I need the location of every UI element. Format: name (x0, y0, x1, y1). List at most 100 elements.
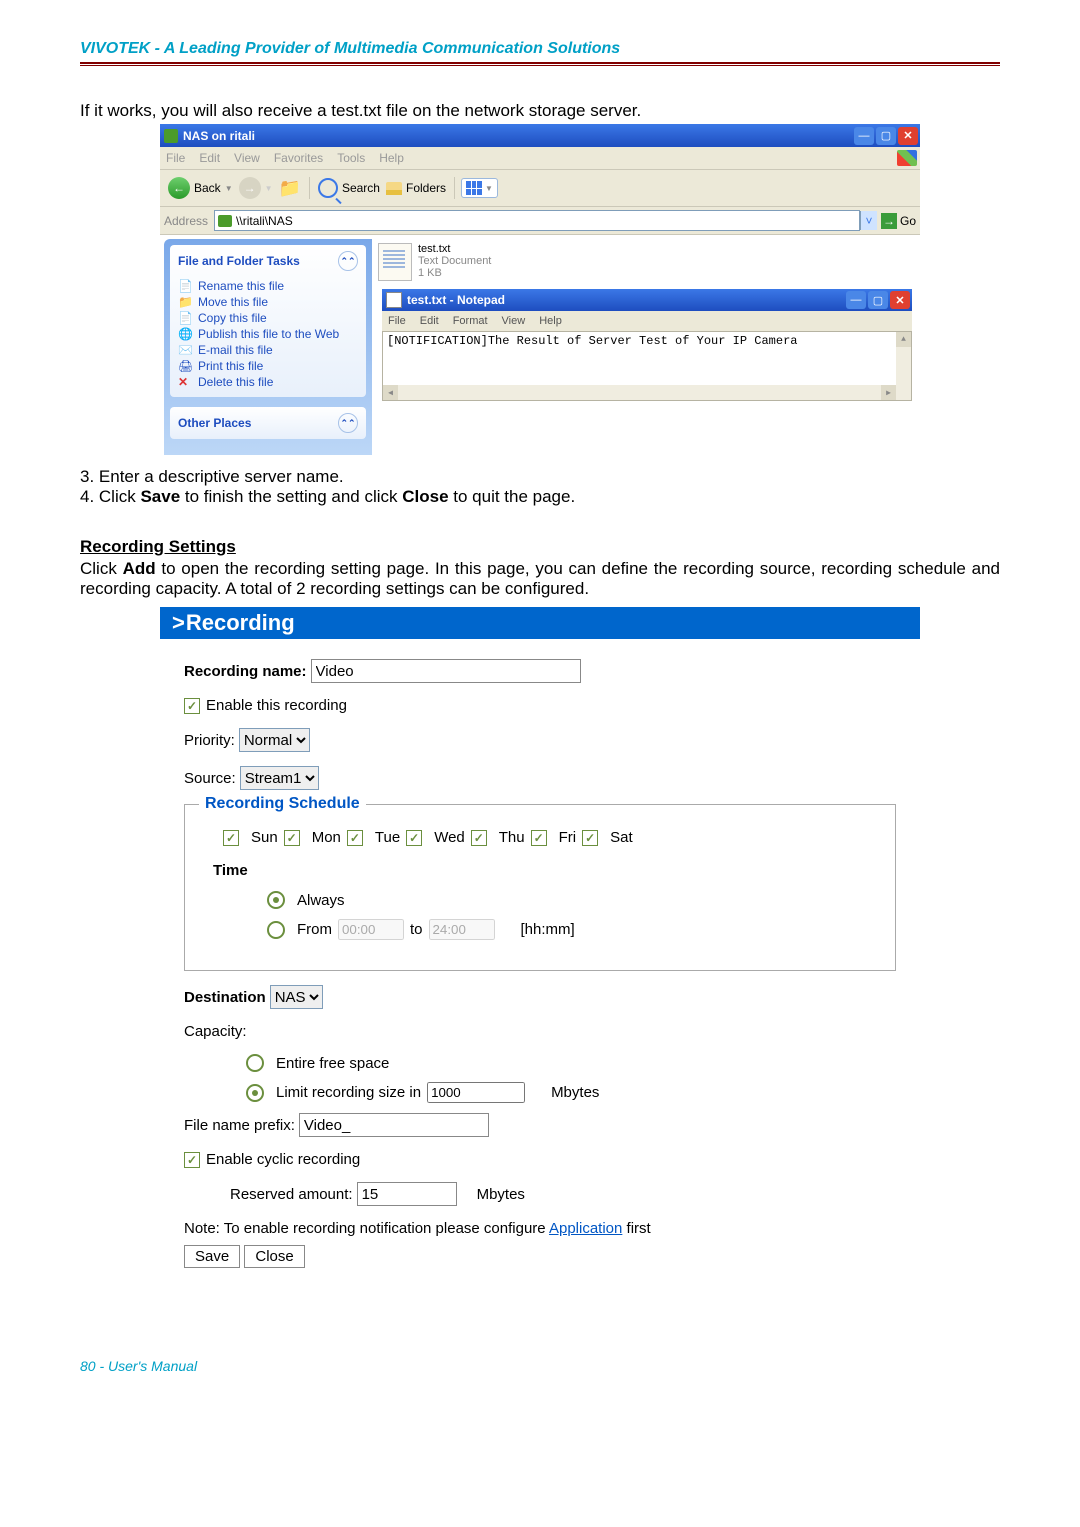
minimize-button[interactable]: — (846, 291, 866, 309)
task-publish[interactable]: 🌐Publish this file to the Web (178, 327, 358, 341)
explorer-toolbar: ← Back ▼ → ▼ 📁 Search Folders ▼ (160, 170, 920, 207)
address-dropdown-button[interactable]: ˅ (860, 211, 877, 230)
menu-file[interactable]: File (388, 315, 406, 327)
menu-format[interactable]: Format (453, 315, 488, 327)
recording-name-label: Recording name: (184, 663, 307, 680)
menu-file[interactable]: File (166, 151, 185, 165)
capacity-entire-label: Entire free space (276, 1055, 389, 1072)
explorer-window: NAS on ritali — ▢ ✕ File Edit View Favor… (160, 124, 920, 459)
resize-grip-icon[interactable] (896, 385, 911, 400)
capacity-limit-input[interactable] (427, 1082, 525, 1103)
day-fri-checkbox[interactable]: ✓ (531, 830, 547, 846)
maximize-button[interactable]: ▢ (876, 127, 896, 145)
prefix-input[interactable] (299, 1113, 489, 1137)
folder-up-button[interactable]: 📁 (277, 177, 303, 200)
scrollbar-horizontal[interactable]: ◀ ▶ (383, 385, 896, 400)
priority-label: Priority: (184, 732, 235, 749)
time-to-label: to (410, 921, 423, 938)
time-from-input (338, 919, 404, 940)
menu-view[interactable]: View (234, 151, 260, 165)
address-label: Address (164, 214, 208, 228)
note-text-post: first (622, 1220, 650, 1237)
time-always-radio[interactable] (267, 891, 285, 909)
day-label: Fri (559, 829, 577, 846)
task-copy[interactable]: 📄Copy this file (178, 311, 358, 325)
task-move[interactable]: 📁Move this file (178, 295, 358, 309)
day-sat-checkbox[interactable]: ✓ (582, 830, 598, 846)
chevron-down-icon: ▼ (225, 184, 233, 193)
explorer-titlebar: NAS on ritali — ▢ ✕ (160, 124, 920, 147)
close-button[interactable]: Close (244, 1245, 304, 1268)
application-link[interactable]: Application (549, 1220, 622, 1237)
search-label: Search (342, 181, 380, 195)
day-sun-checkbox[interactable]: ✓ (223, 830, 239, 846)
scroll-left-icon[interactable]: ◀ (383, 385, 398, 400)
notepad-textarea[interactable]: [NOTIFICATION]The Result of Server Test … (382, 331, 912, 401)
enable-recording-label: Enable this recording (206, 697, 347, 714)
day-mon-checkbox[interactable]: ✓ (284, 830, 300, 846)
views-button[interactable]: ▼ (461, 178, 498, 198)
recording-name-input[interactable] (311, 659, 581, 683)
scroll-up-icon[interactable]: ▲ (896, 332, 911, 347)
notepad-title: test.txt - Notepad (407, 293, 846, 307)
menu-tools[interactable]: Tools (337, 151, 365, 165)
step-text: to finish the setting and click (180, 487, 402, 506)
drive-icon (218, 215, 232, 227)
go-button[interactable]: → Go (881, 213, 916, 229)
desc-text: Click (80, 559, 123, 578)
desc-bold-add: Add (123, 559, 156, 578)
time-from-radio[interactable] (267, 921, 285, 939)
chevron-down-icon: ▼ (265, 184, 273, 193)
save-button[interactable]: Save (184, 1245, 240, 1268)
day-wed-checkbox[interactable]: ✓ (406, 830, 422, 846)
maximize-button[interactable]: ▢ (868, 291, 888, 309)
collapse-icon[interactable]: ⌃⌃ (338, 413, 358, 433)
destination-select[interactable]: NAS (270, 985, 323, 1009)
search-button[interactable]: Search (316, 177, 382, 199)
task-rename[interactable]: 📄Rename this file (178, 279, 358, 293)
back-arrow-icon: ← (168, 177, 190, 199)
scrollbar-vertical[interactable]: ▲ (896, 332, 911, 385)
menu-view[interactable]: View (502, 315, 526, 327)
reserved-input[interactable] (357, 1182, 457, 1206)
capacity-entire-radio[interactable] (246, 1054, 264, 1072)
address-value: \\ritali\NAS (236, 214, 293, 228)
menu-help[interactable]: Help (379, 151, 404, 165)
task-email[interactable]: ✉️E-mail this file (178, 343, 358, 357)
capacity-limit-radio[interactable] (246, 1084, 264, 1102)
time-always-label: Always (297, 892, 345, 909)
schedule-fieldset: Recording Schedule ✓Sun ✓Mon ✓Tue ✓Wed ✓… (184, 804, 896, 971)
source-select[interactable]: Stream1 (240, 766, 319, 790)
minimize-button[interactable]: — (854, 127, 874, 145)
task-print[interactable]: 🖨Print this file (178, 359, 358, 373)
collapse-icon[interactable]: ⌃⌃ (338, 251, 358, 271)
day-thu-checkbox[interactable]: ✓ (471, 830, 487, 846)
time-to-input (429, 919, 495, 940)
back-button[interactable]: ← Back ▼ (166, 176, 235, 200)
capacity-label: Capacity: (184, 1023, 247, 1040)
forward-button[interactable]: → ▼ (237, 176, 275, 200)
enable-recording-checkbox[interactable]: ✓ (184, 698, 200, 714)
chevron-right-icon: > (172, 610, 185, 635)
file-name: test.txt (418, 243, 491, 255)
priority-select[interactable]: Normal (239, 728, 310, 752)
menu-help[interactable]: Help (539, 315, 562, 327)
step-text: to quit the page. (449, 487, 576, 506)
task-delete[interactable]: ✕Delete this file (178, 375, 358, 389)
views-icon (466, 181, 482, 195)
menu-edit[interactable]: Edit (420, 315, 439, 327)
day-tue-checkbox[interactable]: ✓ (347, 830, 363, 846)
recording-panel-header: >Recording (160, 607, 920, 639)
cyclic-checkbox[interactable]: ✓ (184, 1152, 200, 1168)
chevron-down-icon: ▼ (485, 184, 493, 193)
step-3: 3. Enter a descriptive server name. (80, 467, 1000, 487)
file-item-test-txt[interactable]: test.txt Text Document 1 KB (378, 243, 910, 281)
other-places-header: Other Places (178, 416, 251, 430)
folders-button[interactable]: Folders (384, 180, 448, 196)
close-button[interactable]: ✕ (890, 291, 910, 309)
menu-favorites[interactable]: Favorites (274, 151, 323, 165)
address-input[interactable]: \\ritali\NAS (214, 210, 860, 231)
scroll-right-icon[interactable]: ▶ (881, 385, 896, 400)
menu-edit[interactable]: Edit (199, 151, 220, 165)
close-button[interactable]: ✕ (898, 127, 918, 145)
